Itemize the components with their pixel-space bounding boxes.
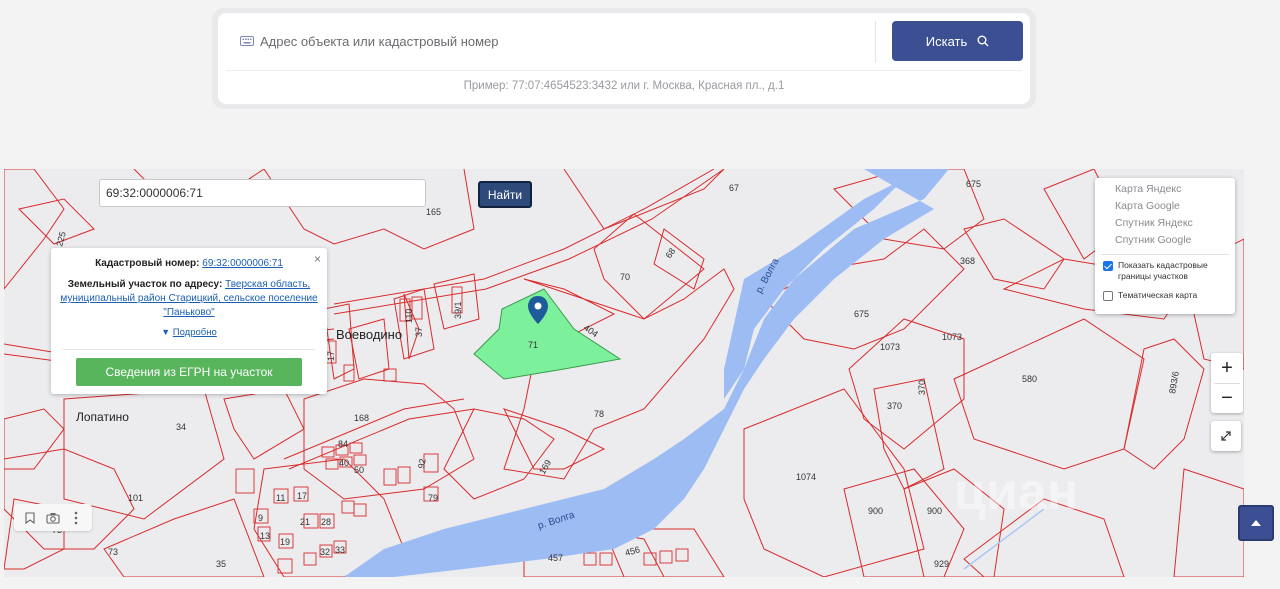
parcel-label: 11: [276, 493, 285, 503]
zoom-out-button[interactable]: −: [1211, 383, 1243, 413]
map-layers-panel: Карта Яндекс Карта Google Спутник Яндекс…: [1095, 178, 1235, 314]
parcel-label: 17: [326, 351, 336, 361]
more-options-button[interactable]: [67, 509, 85, 527]
address-search-input[interactable]: [260, 29, 870, 53]
camera-icon: [46, 512, 60, 524]
parcel-label: 13: [260, 531, 270, 541]
parcel-label: 37: [414, 327, 424, 337]
parcel-label: 70: [620, 272, 630, 282]
parcel-label: 9: [258, 513, 263, 523]
parcel-label: 92: [416, 458, 428, 470]
parcel-label: 675: [854, 309, 869, 319]
screenshot-button[interactable]: [44, 509, 62, 527]
parcel-label: 368: [960, 256, 975, 266]
parcel-label: 110: [404, 309, 414, 323]
parcel-label: 39/1: [453, 301, 463, 319]
thematic-map-option[interactable]: Тематическая карта: [1103, 290, 1197, 301]
layer-google-map[interactable]: Карта Google: [1115, 200, 1180, 212]
expand-icon: [1221, 431, 1231, 441]
parcel-label: 168: [354, 413, 369, 423]
parcel-label: 50: [354, 465, 364, 475]
more-vertical-icon: [75, 511, 78, 524]
layers-separator: [1101, 254, 1229, 255]
parcel-label: 84: [338, 439, 348, 449]
parcel-label: 35: [216, 559, 226, 569]
popup-details-link[interactable]: Подробно: [173, 327, 217, 338]
popup-details-toggle[interactable]: ▼ Подробно: [51, 327, 327, 338]
parcel-label: 1074: [796, 472, 816, 482]
parcel-label: 370: [917, 380, 927, 395]
parcel-label: 32: [320, 547, 330, 557]
popup-separator: [63, 349, 315, 350]
caret-down-icon: ▼: [161, 327, 171, 337]
parcel-label: 28: [321, 517, 331, 527]
popup-cad-label: Кадастровый номер:: [95, 258, 200, 269]
parcel-label: 165: [426, 207, 441, 217]
parcel-label: 101: [128, 493, 143, 503]
label-voevodino: Воеводино: [336, 327, 402, 342]
parcel-label: 929: [934, 559, 949, 569]
parcel-label: 21: [300, 517, 310, 527]
layer-yandex-map[interactable]: Карта Яндекс: [1115, 183, 1181, 195]
layer-yandex-satellite[interactable]: Спутник Яндекс: [1115, 217, 1193, 229]
map-watermark: циан: [954, 463, 1078, 521]
bookmark-icon: [25, 511, 35, 524]
search-button[interactable]: Искать: [892, 21, 1023, 61]
parcel-label: 67: [729, 183, 739, 193]
egrn-info-button[interactable]: Сведения из ЕГРН на участок: [76, 358, 302, 386]
search-icon: [977, 35, 989, 47]
show-boundaries-option[interactable]: Показать кадастровые границы участков: [1103, 260, 1228, 282]
parcel-label: 73: [108, 547, 118, 557]
parcel-label: 675: [966, 179, 981, 189]
scroll-to-top-button[interactable]: [1238, 505, 1274, 541]
bookmark-button[interactable]: [21, 509, 39, 527]
cadastral-number-input[interactable]: [99, 179, 426, 207]
search-button-label: Искать: [925, 33, 968, 49]
parcel-label: 900: [927, 506, 942, 516]
show-boundaries-checkbox[interactable]: [1103, 261, 1113, 271]
parcel-label: 900: [868, 506, 883, 516]
popup-cad-number-link[interactable]: 69:32:0000006:71: [202, 258, 283, 269]
parcel-label: 370: [887, 401, 902, 411]
parcel-label: 457: [548, 553, 563, 563]
search-separator: [226, 70, 1022, 71]
zoom-in-button[interactable]: +: [1211, 353, 1243, 383]
parcel-label: 34: [176, 422, 186, 432]
parcel-info-popup: × Кадастровый номер: 69:32:0000006:71 Зе…: [51, 248, 327, 394]
arrow-up-icon: [1251, 520, 1261, 526]
search-card: Искать Пример: 77:07:4654523:3432 или г.…: [218, 13, 1030, 104]
parcel-label: 580: [1022, 374, 1037, 384]
find-button[interactable]: Найти: [478, 181, 532, 208]
parcel-label: 1073: [880, 342, 900, 352]
show-boundaries-label: Показать кадастровые границы участков: [1118, 260, 1208, 281]
parcel-label: 71: [528, 340, 538, 350]
cadastral-map[interactable]: Воеводино Лопатино р. Волга р. Волга циа…: [4, 169, 1244, 577]
parcel-label: 79: [428, 493, 438, 503]
popup-address-row: Земельный участок по адресу: Тверская об…: [59, 278, 319, 320]
thematic-map-checkbox[interactable]: [1103, 291, 1113, 301]
parcel-label: 1073: [942, 332, 962, 342]
popup-cadastral-row: Кадастровый номер: 69:32:0000006:71: [51, 258, 327, 269]
map-tools-bar: [14, 504, 92, 531]
parcel-label: 78: [594, 409, 604, 419]
parcel-label: 40: [339, 458, 349, 468]
popup-address-label: Земельный участок по адресу:: [67, 279, 223, 290]
parcel-label: 19: [280, 537, 290, 547]
parcel-label: 17: [297, 491, 307, 501]
thematic-map-label: Тематическая карта: [1118, 290, 1198, 300]
fullscreen-button[interactable]: [1211, 421, 1241, 451]
search-divider: [875, 21, 876, 63]
parcel-label: 33: [335, 545, 345, 555]
keyboard-icon[interactable]: [240, 36, 254, 46]
zoom-control: + −: [1211, 353, 1243, 413]
label-lopatino: Лопатино: [76, 410, 129, 424]
search-example-text: Пример: 77:07:4654523:3432 или г. Москва…: [463, 80, 785, 92]
layer-google-satellite[interactable]: Спутник Google: [1115, 234, 1191, 246]
